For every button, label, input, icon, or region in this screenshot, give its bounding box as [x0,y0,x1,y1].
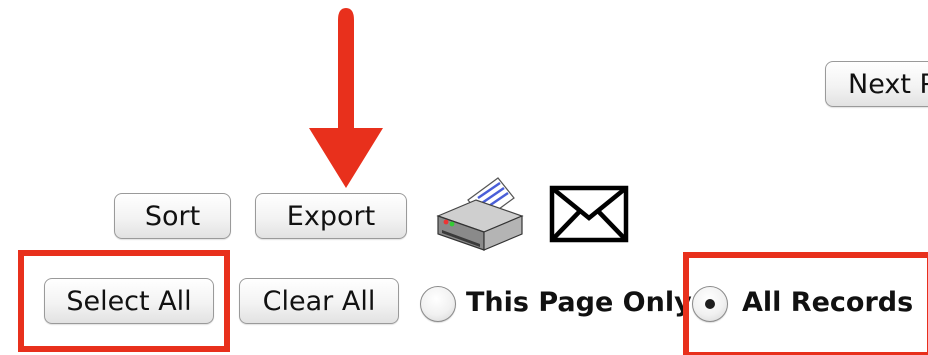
this-page-only-label[interactable]: This Page Only [466,289,692,316]
sort-label: Sort [144,200,201,232]
envelope-icon[interactable] [549,185,629,243]
export-label: Export [286,200,376,232]
screenshot-stage: Next P Sort Export Select All Clear All … [0,0,928,355]
printer-icon[interactable] [430,170,526,252]
sort-button[interactable]: Sort [114,193,231,239]
all-records-highlight-box [683,252,928,355]
next-page-button[interactable]: Next P [825,61,928,107]
clear-all-label: Clear All [262,285,376,317]
this-page-only-radio[interactable] [420,286,456,322]
export-button[interactable]: Export [255,193,407,239]
next-page-label: Next P [848,68,928,100]
annotation-arrow-icon [309,8,383,188]
clear-all-button[interactable]: Clear All [239,278,399,324]
select-all-highlight-box [18,250,230,352]
